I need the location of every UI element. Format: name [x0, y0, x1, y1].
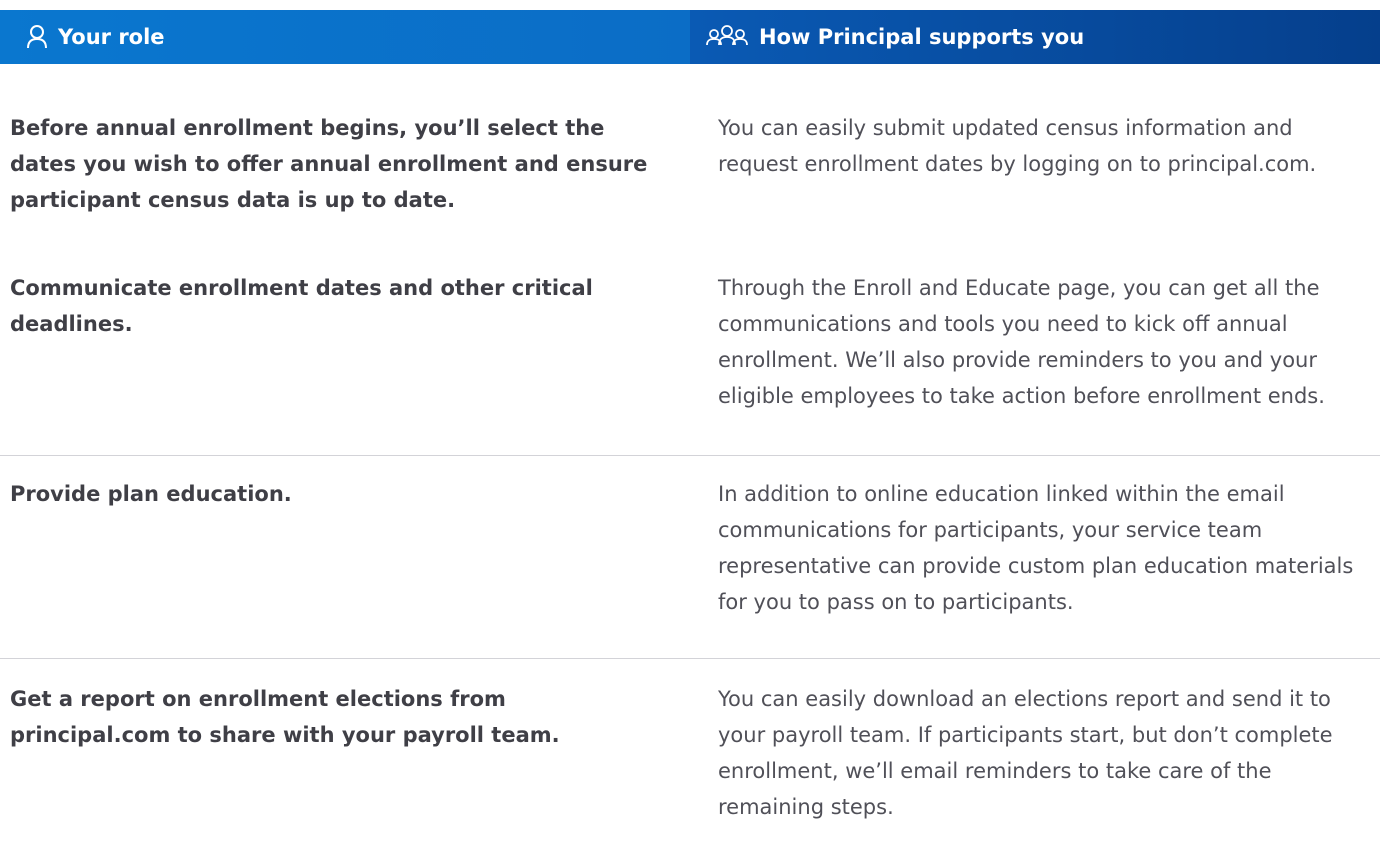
group-icon [705, 25, 749, 49]
person-icon [26, 24, 48, 50]
row-divider [0, 658, 1380, 659]
header-role-label: Your role [58, 25, 165, 49]
support-text: In addition to online education linked w… [718, 482, 1354, 614]
role-support-table: Your role How Principal supports you Bef… [0, 0, 1380, 854]
header-support-label: How Principal supports you [759, 25, 1085, 49]
role-text: Get a report on enrollment elections fro… [10, 687, 560, 747]
row-divider [0, 455, 1380, 456]
header-how-principal-supports: How Principal supports you [690, 10, 1380, 64]
support-text: You can easily download an elections rep… [718, 687, 1333, 819]
header-your-role: Your role [0, 10, 690, 64]
role-text: Provide plan education. [10, 482, 292, 506]
role-text: Before annual enrollment begins, you’ll … [10, 116, 648, 212]
role-text: Communicate enrollment dates and other c… [10, 276, 593, 336]
support-text: Through the Enroll and Educate page, you… [718, 276, 1325, 408]
table-header: Your role How Principal supports you [0, 10, 1380, 64]
support-text: You can easily submit updated census inf… [718, 116, 1317, 176]
